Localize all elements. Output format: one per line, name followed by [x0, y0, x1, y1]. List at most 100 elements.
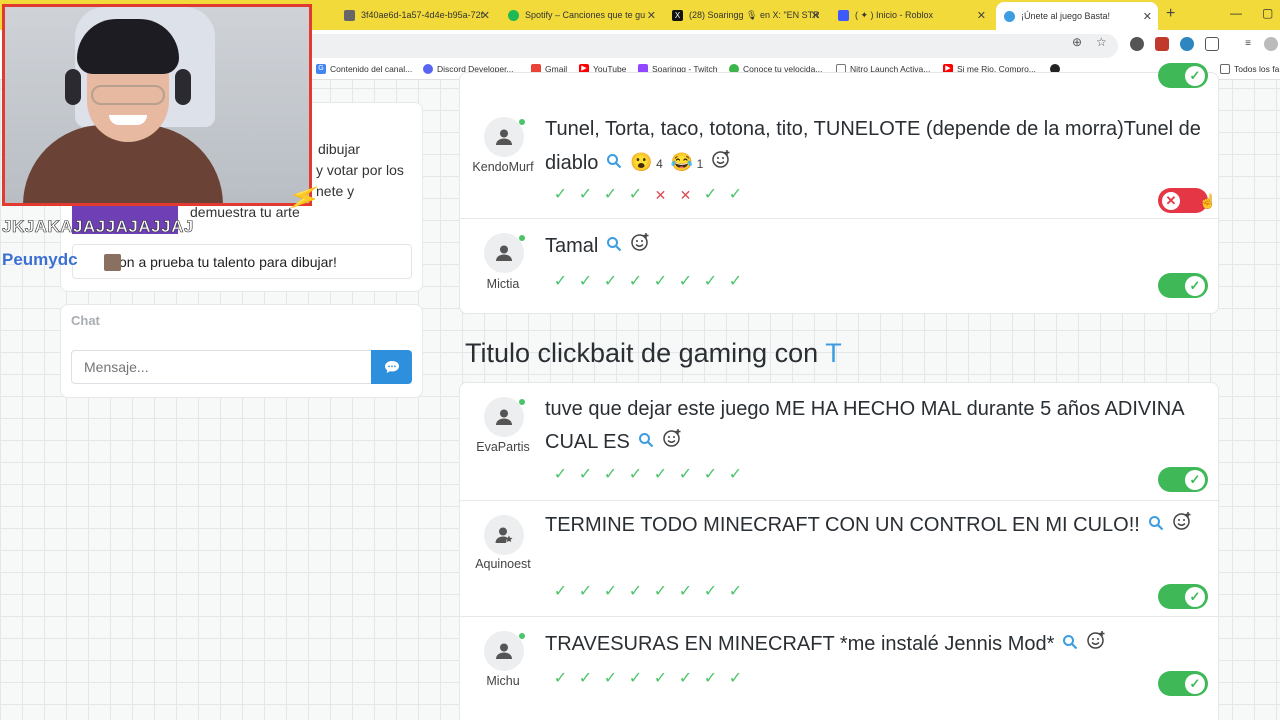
- vote-approve-icon: ✓: [703, 186, 718, 203]
- add-reaction-icon[interactable]: [630, 230, 650, 263]
- votes: ✓ ✓ ✓ ✓ ✓ ✓ ✓ ✓: [548, 582, 748, 602]
- add-reaction-icon[interactable]: [711, 147, 731, 180]
- search-icon[interactable]: [638, 426, 654, 459]
- vote-approve-icon: ✓: [628, 186, 643, 203]
- google-icon: G: [316, 64, 326, 74]
- valid-toggle[interactable]: ✓: [1158, 63, 1208, 88]
- vote-approve-icon: ✓: [653, 670, 668, 687]
- vote-approve-icon: ✓: [603, 186, 618, 203]
- answer-text-block: Tamal: [545, 230, 1211, 263]
- minimize-icon[interactable]: —: [1230, 6, 1242, 20]
- avatar: [484, 515, 524, 555]
- roblox-icon: [838, 9, 849, 21]
- add-reaction-icon[interactable]: [662, 426, 682, 459]
- vote-approve-icon: ✓: [628, 273, 643, 290]
- tab-3[interactable]: X (28) Soaringg 🎙 en X: "EN STR ✕: [664, 4, 826, 26]
- vote-approve-icon: ✓: [678, 273, 693, 290]
- user-icon: [496, 245, 512, 261]
- reaction-badge[interactable]: 😮 4: [630, 146, 662, 181]
- webcam-headset: [65, 69, 81, 105]
- vote-approve-icon: ✓: [628, 583, 643, 600]
- close-icon[interactable]: ✕: [481, 9, 490, 22]
- vote-approve-icon: ✓: [628, 670, 643, 687]
- valid-toggle[interactable]: ✓: [1158, 273, 1208, 298]
- avatar: [484, 233, 524, 273]
- vote-approve-icon: ✓: [703, 466, 718, 483]
- puzzle-icon[interactable]: [1205, 37, 1219, 51]
- extension-icon[interactable]: [1180, 37, 1194, 51]
- close-icon[interactable]: ✕: [811, 9, 820, 22]
- new-tab-button[interactable]: +: [1166, 5, 1175, 23]
- search-icon[interactable]: [606, 147, 622, 180]
- add-reaction-icon[interactable]: [1086, 628, 1106, 661]
- add-reaction-icon[interactable]: [1172, 509, 1192, 542]
- user-star-icon: [495, 527, 513, 543]
- tab-4[interactable]: ( ✦ ) Inicio - Roblox ✕: [830, 4, 992, 26]
- discord-icon: [423, 64, 433, 74]
- vote-approve-icon: ✓: [653, 583, 668, 600]
- profile-avatar[interactable]: [1264, 37, 1278, 51]
- tab-label: (28) Soaringg 🎙 en X: "EN STR: [689, 9, 820, 20]
- search-icon[interactable]: [1062, 628, 1078, 661]
- close-icon[interactable]: ✕: [647, 9, 656, 22]
- answer-row: Aquinoest TERMINE TODO MINECRAFT CON UN …: [460, 501, 1220, 617]
- playlist-icon[interactable]: ≡: [1241, 37, 1255, 51]
- omnibox[interactable]: [300, 34, 1118, 58]
- valid-toggle[interactable]: ✓: [1158, 467, 1208, 492]
- tab-2[interactable]: Spotify – Canciones que te gu ✕: [500, 4, 662, 26]
- stream-chat-user: Peumydc: [2, 250, 78, 269]
- vote-approve-icon: ✓: [653, 273, 668, 290]
- vote-approve-icon: ✓: [603, 583, 618, 600]
- answer-text-block: tuve que dejar este juego ME HA HECHO MA…: [545, 393, 1211, 459]
- star-icon[interactable]: ☆: [1096, 35, 1107, 49]
- vote-approve-icon: ✓: [728, 670, 743, 687]
- valid-toggle[interactable]: ✓: [1158, 584, 1208, 609]
- category-title: Titulo clickbait de gaming con T: [465, 338, 842, 368]
- close-icon[interactable]: ✕: [977, 9, 986, 22]
- webcam-headset: [175, 69, 191, 105]
- reaction-badge[interactable]: 😂 1: [671, 146, 703, 181]
- send-button[interactable]: [371, 350, 412, 384]
- bookmark[interactable]: G Contenido del canal...: [316, 64, 412, 74]
- webcam-overlay: [2, 4, 312, 206]
- maximize-icon[interactable]: ▢: [1262, 6, 1273, 20]
- vote-approve-icon: ✓: [703, 273, 718, 290]
- vote-reject-icon: ✕: [654, 187, 667, 203]
- vote-approve-icon: ✓: [553, 670, 568, 687]
- check-icon: ✓: [1185, 275, 1205, 296]
- tab-1[interactable]: 3f40ae6d-1a57-4d4e-b95a-72f ✕: [336, 4, 496, 26]
- rules-text: y votar por los: [316, 162, 404, 178]
- vote-approve-icon: ✓: [578, 186, 593, 203]
- answer-text-block: Tunel, Torta, taco, totona, tito, TUNELO…: [545, 113, 1211, 181]
- vote-approve-icon: ✓: [653, 466, 668, 483]
- votes: ✓ ✓ ✓ ✓ ✓ ✓ ✓ ✓: [548, 669, 748, 689]
- vote-approve-icon: ✓: [678, 670, 693, 687]
- message-input[interactable]: [71, 350, 372, 384]
- bookmark-folder[interactable]: Todos los fa: [1220, 64, 1279, 74]
- tab-active[interactable]: ¡Únete al juego Basta! ✕: [996, 2, 1158, 30]
- online-indicator: [519, 399, 525, 405]
- webcam-glasses: [91, 85, 165, 105]
- vote-approve-icon: ✓: [678, 583, 693, 600]
- category-letter: T: [825, 338, 842, 368]
- extension-icon[interactable]: [1130, 37, 1144, 51]
- vote-approve-icon: ✓: [553, 273, 568, 290]
- votes: ✓ ✓ ✓ ✓ ✕ ✕ ✓ ✓: [548, 185, 748, 205]
- vote-approve-icon: ✓: [678, 466, 693, 483]
- stream-chat-message: JKJAKAJAJJAJAJJAJ: [2, 217, 194, 237]
- notice-thumbnail: [104, 254, 121, 271]
- chat-bubble-icon: [384, 361, 399, 373]
- valid-toggle[interactable]: ✓: [1158, 671, 1208, 696]
- close-icon[interactable]: ✕: [1143, 10, 1152, 23]
- search-icon[interactable]: [606, 230, 622, 263]
- search-icon[interactable]: [1148, 509, 1164, 542]
- avatar: [484, 117, 524, 157]
- vote-approve-icon: ✓: [603, 670, 618, 687]
- zoom-icon[interactable]: ⊕: [1072, 35, 1082, 49]
- chat-label: Chat: [71, 313, 100, 328]
- spotify-icon: [508, 9, 519, 21]
- player-name: EvaPartis: [476, 440, 530, 454]
- basta-icon: [1004, 10, 1015, 22]
- vote-approve-icon: ✓: [553, 186, 568, 203]
- extension-icon[interactable]: [1155, 37, 1169, 51]
